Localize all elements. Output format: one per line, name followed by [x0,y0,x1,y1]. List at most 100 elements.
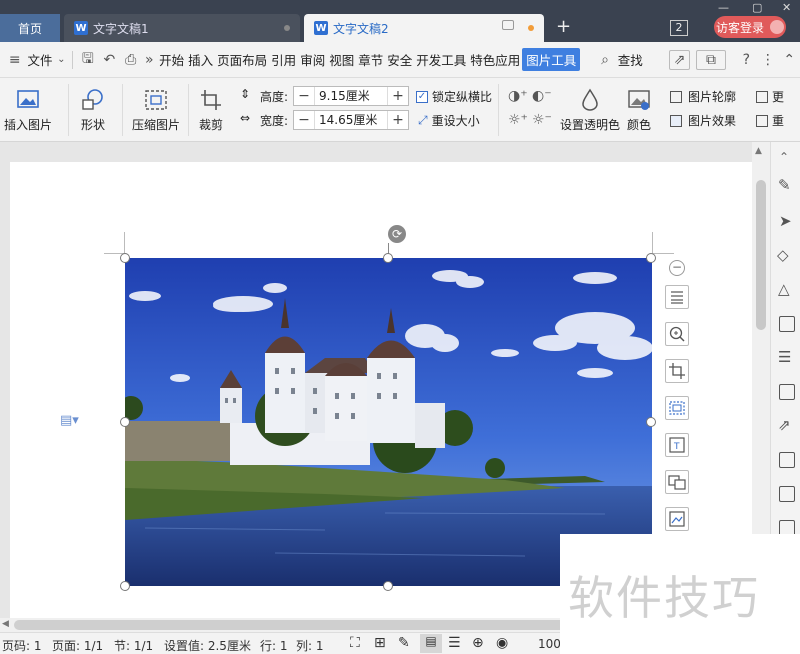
tab-home[interactable]: 首页 [0,14,60,42]
menu-security[interactable]: 安全 [385,50,414,69]
scroll-up-icon[interactable]: ▲ [755,146,762,156]
expand-pane-icon[interactable]: ⌃ [779,150,789,164]
width-increase-button[interactable]: + [388,112,408,128]
style-icon[interactable]: △ [778,280,790,298]
archive-icon[interactable] [779,486,795,502]
scroll-left-icon[interactable]: ◀ [2,619,9,629]
rotate-handle-icon[interactable]: ⟳ [388,225,406,243]
width-decrease-button[interactable]: − [294,112,314,128]
monitor-icon[interactable] [502,20,514,30]
compress-image-button[interactable]: 压缩图片 [132,88,180,133]
close-window-icon[interactable]: ✕ [782,1,791,14]
menu-view[interactable]: 视图 [327,50,356,69]
tab-status-dot[interactable] [284,25,290,31]
more-icon[interactable]: » [142,50,158,70]
width-input[interactable]: 14.65厘米 [314,111,388,129]
insert-image-button[interactable]: 插入图片 [4,88,52,133]
width-stepper[interactable]: − 14.65厘米 + [293,110,409,130]
resize-handle-bl[interactable] [120,581,130,591]
menu-start[interactable]: 开始 [157,50,186,69]
crop-float-icon[interactable] [665,359,689,383]
contrast-up-icon[interactable]: ☼⁺ [508,112,528,128]
horizontal-scroll-thumb[interactable] [14,620,574,630]
page-view-icon[interactable]: ▤ [420,634,442,653]
tab-doc2[interactable]: W 文字文稿2 [304,14,544,42]
help-icon[interactable]: ? [736,50,757,70]
cursor-icon[interactable]: ➤ [779,212,792,230]
fullscreen-icon[interactable]: ⛶ [350,635,360,651]
read-view-icon[interactable]: ☰ [448,635,461,651]
crop-button[interactable]: 裁剪 [198,88,224,133]
color-button[interactable]: 颜色 [626,88,652,133]
hamburger-icon[interactable]: ≡ [4,50,25,70]
picture-effect-button[interactable]: 图片效果 [670,112,736,129]
status-row[interactable]: 行: 1 [260,637,288,654]
menu-review[interactable]: 审阅 [298,50,327,69]
brightness-down-icon[interactable]: ◐⁻ [532,88,552,104]
reset-size-button[interactable]: ⤢ 重设大小 [418,112,480,129]
change-picture-button[interactable]: 更 [756,88,784,105]
resize-handle-top[interactable] [383,253,393,263]
height-input[interactable]: 9.15厘米 [314,87,388,105]
resize-handle-left[interactable] [120,417,130,427]
resize-handle-tr[interactable] [646,253,656,263]
toolbox-icon[interactable]: ⧉ [696,49,726,70]
shape-button[interactable]: 形状 [80,88,106,133]
picture-edit-icon[interactable] [665,507,689,531]
menu-layout[interactable]: 页面布局 [215,50,269,69]
menu-devtools[interactable]: 开发工具 [414,50,468,69]
share-icon[interactable]: ⇗ [668,49,691,70]
eye-protect-icon[interactable]: ◉ [496,635,508,651]
print-icon[interactable]: ⎙ [120,50,141,70]
new-tab-button[interactable]: + [556,16,571,37]
menu-file[interactable]: 文件 [25,50,54,69]
menu-search[interactable]: 查找 [616,50,645,69]
guest-login-button[interactable]: 访客登录 [714,16,786,38]
tab-doc1[interactable]: W 文字文稿1 [64,14,300,42]
compress-float-icon[interactable] [665,396,689,420]
lock-ratio-checkbox[interactable]: ✓ 锁定纵横比 [416,88,492,105]
outline-view-icon[interactable]: ⊞ [374,635,386,651]
zoom-in-icon[interactable] [665,322,689,346]
contrast-down-icon[interactable]: ☼⁻ [532,112,552,128]
collapse-ribbon-icon[interactable]: ⌃ [779,50,800,70]
save-icon[interactable]: 🖫 [77,50,98,70]
collapse-float-toolbar-icon[interactable]: − [669,260,685,276]
status-column[interactable]: 列: 1 [296,637,324,654]
menu-special[interactable]: 特色应用 [468,50,522,69]
search-icon[interactable]: ⌕ [594,50,615,70]
web-view-icon[interactable]: ⊕ [472,635,484,651]
status-page-number[interactable]: 页码: 1 [2,637,42,654]
resize-handle-tl[interactable] [120,253,130,263]
window-count-badge[interactable]: 2 [670,20,688,36]
status-setting-value[interactable]: 设置值: 2.5厘米 [164,637,251,654]
extract-text-icon[interactable]: T [665,433,689,457]
picture-icon[interactable] [779,384,795,400]
height-decrease-button[interactable]: − [294,88,314,104]
maximize-icon[interactable]: ▢ [752,1,762,14]
resize-handle-bottom[interactable] [383,581,393,591]
menu-picture-tools[interactable]: 图片工具 [522,48,581,71]
backup-icon[interactable] [779,452,795,468]
menu-reference[interactable]: 引用 [269,50,298,69]
edit-view-icon[interactable]: ✎ [398,635,410,651]
share-side-icon[interactable]: ⇗ [778,416,791,434]
minimize-icon[interactable]: — [718,1,729,14]
picture-outline-button[interactable]: 图片轮廓 [670,88,736,105]
zoom-level[interactable]: 100 [538,637,561,651]
layout-options-icon[interactable] [665,285,689,309]
table-icon[interactable] [779,316,795,332]
status-pages[interactable]: 页面: 1/1 [52,637,103,654]
menu-section[interactable]: 章节 [356,50,385,69]
set-transparent-button[interactable]: 设置透明色 [560,88,620,133]
brightness-up-icon[interactable]: ◑⁺ [508,88,528,104]
resize-handle-right[interactable] [646,417,656,427]
height-increase-button[interactable]: + [388,88,408,104]
convert-picture-icon[interactable] [665,470,689,494]
chevron-down-icon[interactable]: ⌄ [54,50,68,70]
reset-picture-button[interactable]: 重 [756,112,784,129]
status-section[interactable]: 节: 1/1 [114,637,153,654]
height-stepper[interactable]: − 9.15厘米 + [293,86,409,106]
paste-options-icon[interactable]: ▤▾ [60,413,79,428]
vertical-scroll-thumb[interactable] [756,180,766,330]
